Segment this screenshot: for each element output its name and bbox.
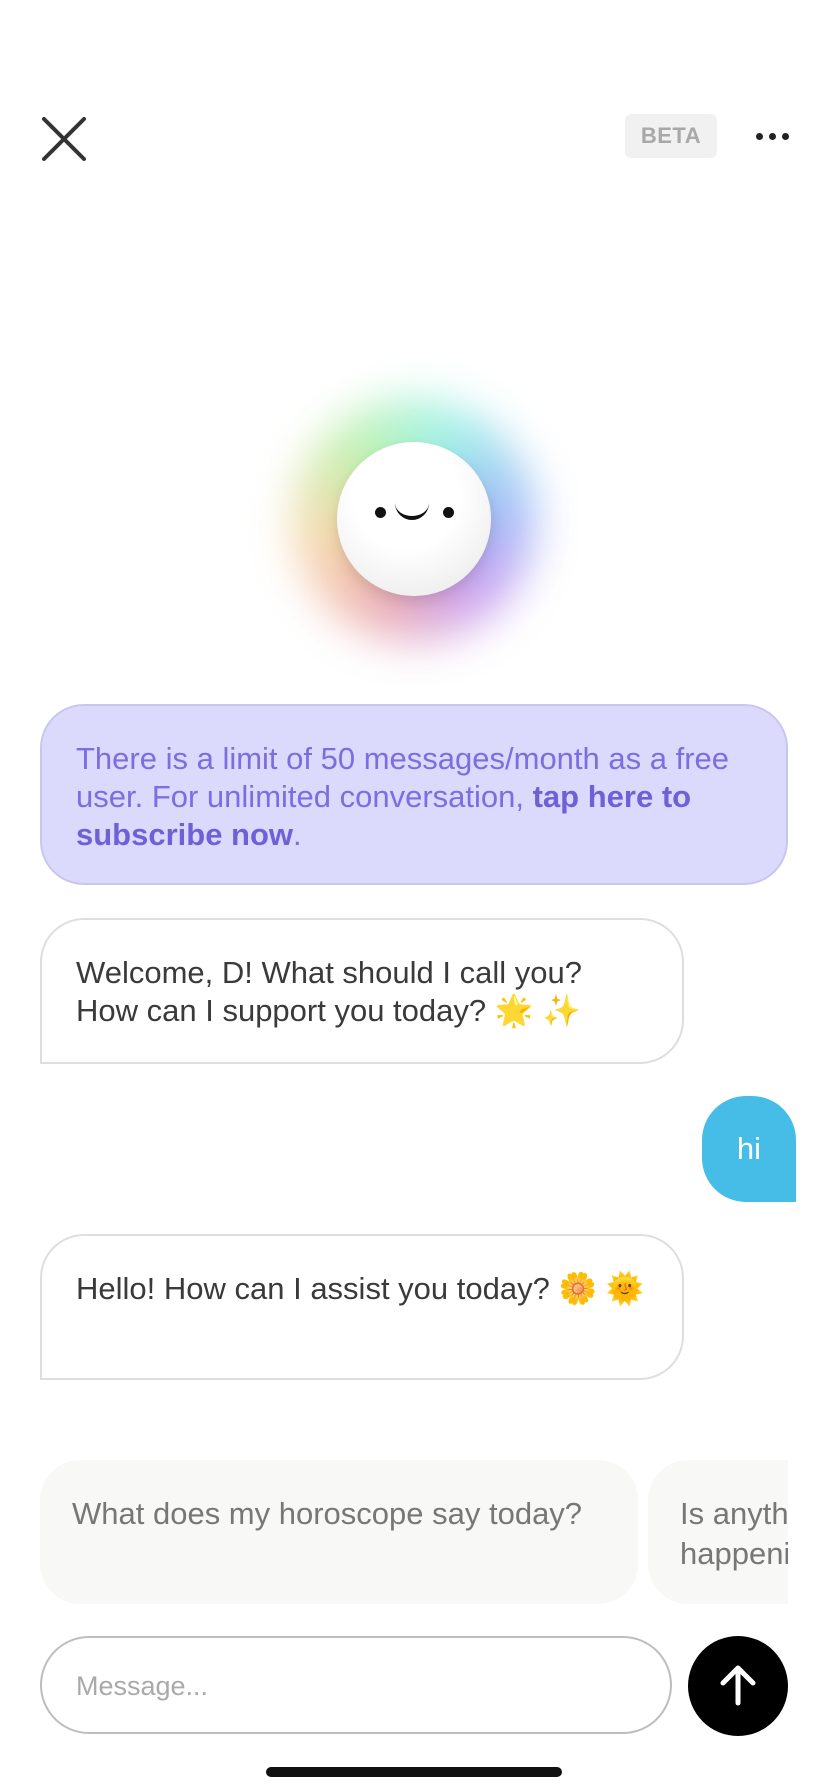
close-button[interactable] — [38, 113, 90, 165]
suggestion-chip[interactable]: Is anything happening — [648, 1460, 788, 1604]
avatar-left-eye — [375, 507, 386, 518]
suggestion-chips: What does my horoscope say today? Is any… — [40, 1460, 788, 1604]
avatar-right-eye — [443, 507, 454, 518]
ellipsis-icon — [753, 132, 792, 140]
notice-text-end: . — [293, 817, 302, 852]
user-message-bubble: hi — [702, 1096, 796, 1202]
assistant-message-text: Welcome, D! What should I call you? How … — [76, 955, 582, 1028]
avatar-mouth — [395, 500, 429, 520]
message-input[interactable] — [74, 1638, 638, 1734]
close-icon — [42, 117, 86, 161]
top-bar: BETA — [0, 100, 828, 172]
suggestion-chip[interactable]: What does my horoscope say today? — [40, 1460, 638, 1604]
arrow-up-icon — [720, 1665, 756, 1706]
assistant-message-bubble: Hello! How can I assist you today? 🌼 🌞 — [40, 1234, 684, 1380]
assistant-message-text: Hello! How can I assist you today? 🌼 🌞 — [76, 1271, 645, 1306]
home-indicator — [266, 1767, 562, 1777]
message-composer — [40, 1636, 672, 1734]
user-message-text: hi — [736, 1131, 762, 1166]
send-button[interactable] — [688, 1636, 788, 1736]
more-options-button[interactable] — [748, 114, 796, 158]
subscription-notice-bubble[interactable]: There is a limit of 50 messages/month as… — [40, 704, 788, 885]
smiling-face-icon — [337, 442, 491, 596]
beta-badge: BETA — [625, 114, 717, 158]
assistant-avatar — [284, 390, 544, 650]
assistant-message-bubble: Welcome, D! What should I call you? How … — [40, 918, 684, 1064]
